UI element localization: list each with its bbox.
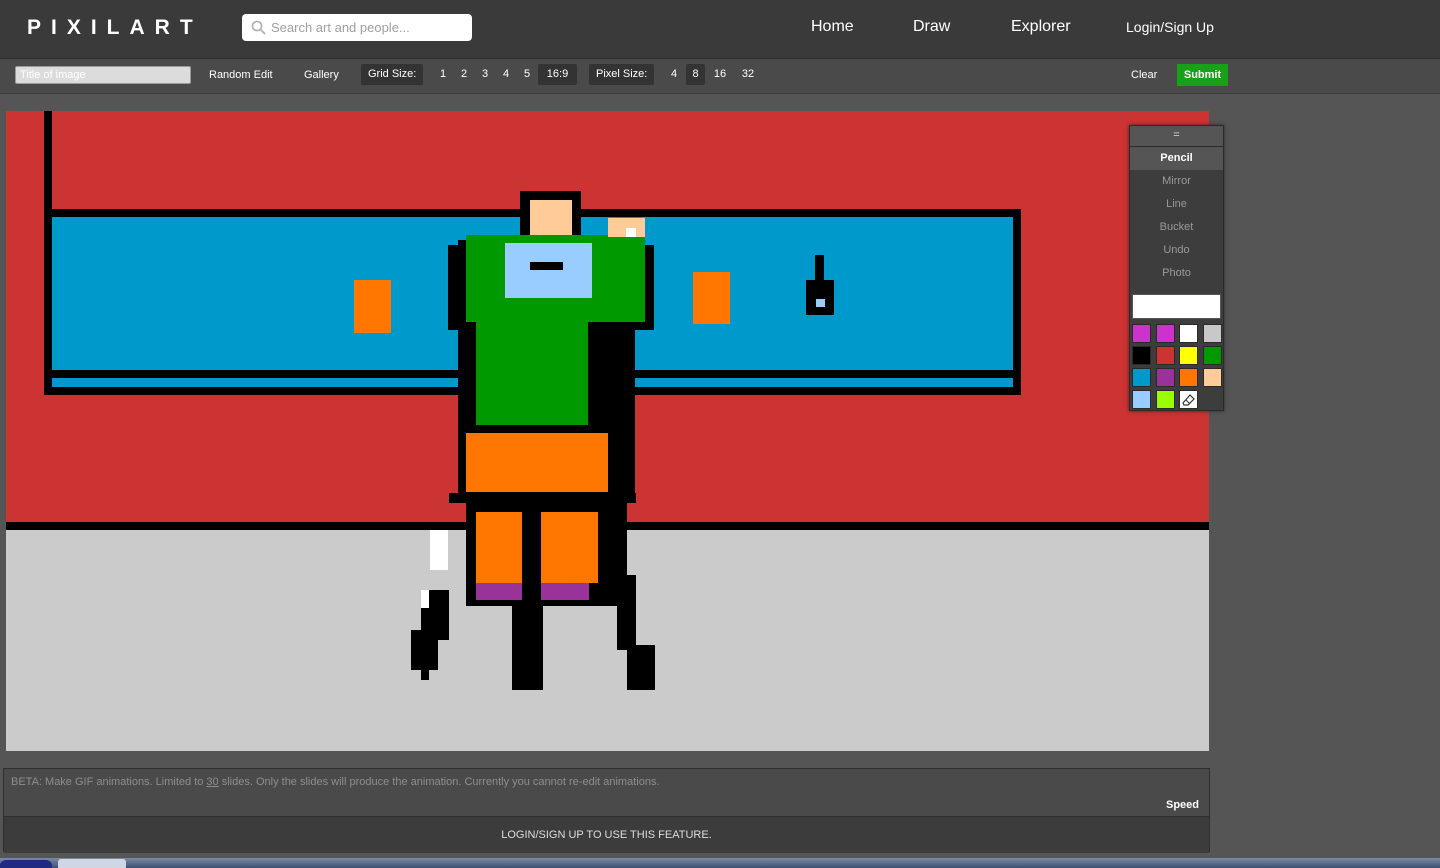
animation-footer: LOGIN/SIGN UP TO USE THIS FEATURE. [4, 816, 1209, 853]
beta-notice-suffix: slides. Only the slides will produce the… [218, 776, 660, 788]
os-taskbar-strip [0, 858, 1440, 868]
top-navigation-bar: PIXILART Home Draw Explorer Login/Sign U… [0, 0, 1440, 59]
beta-notice-prefix: BETA: Make GIF animations. Limited to [11, 776, 207, 788]
palette-swatch[interactable] [1179, 346, 1198, 365]
nav-home-link[interactable]: Home [811, 17, 854, 37]
pixel-figure-gap [816, 299, 825, 307]
tool-bucket[interactable]: Bucket [1130, 216, 1223, 239]
palette-swatch[interactable] [1155, 390, 1175, 409]
chair-highlight [430, 530, 448, 570]
palette-swatch[interactable] [1202, 324, 1222, 343]
editor-toolbar: Random Edit Gallery Grid Size: 1 2 3 4 5… [0, 59, 1440, 94]
palette-swatch[interactable] [1155, 346, 1175, 365]
palette-swatch[interactable] [1155, 324, 1175, 343]
palette-swatch[interactable] [1155, 368, 1175, 387]
tool-undo[interactable]: Undo [1130, 239, 1223, 262]
leg-left [476, 512, 522, 583]
grid-size-option-16-9[interactable]: 16:9 [538, 64, 577, 85]
pixel-size-option-4[interactable]: 4 [668, 64, 680, 85]
tool-line[interactable]: Line [1130, 193, 1223, 216]
image-title-input[interactable] [15, 66, 191, 84]
shoe-right [541, 583, 589, 600]
search-box[interactable] [242, 14, 472, 41]
shirt-arm-right [608, 235, 645, 322]
start-button[interactable] [0, 860, 52, 868]
chair-back-leg-left-foot [411, 630, 438, 670]
orange-box-right [693, 272, 730, 324]
grid-size-label: Grid Size: [361, 64, 424, 85]
chair-front-leg-left [512, 600, 543, 690]
search-icon [251, 20, 266, 35]
taskbar-app-button[interactable] [58, 859, 126, 868]
pixel-size-option-32[interactable]: 32 [737, 64, 759, 85]
leg-right [541, 512, 598, 583]
palette-swatch[interactable] [1132, 346, 1151, 365]
grid-size-option-2[interactable]: 2 [458, 64, 470, 85]
nav-explorer-link[interactable]: Explorer [1011, 17, 1071, 37]
login-to-use-feature-link[interactable]: LOGIN/SIGN UP TO USE THIS FEATURE. [4, 828, 1209, 842]
nav-login-link[interactable]: Login/Sign Up [1126, 17, 1214, 37]
search-input[interactable] [271, 17, 466, 38]
grid-size-option-3[interactable]: 3 [479, 64, 491, 85]
submit-button[interactable]: Submit [1177, 64, 1228, 86]
hand-highlight [626, 228, 636, 237]
drawing-canvas[interactable] [6, 111, 1209, 751]
panel-drag-handle[interactable]: = [1130, 126, 1223, 147]
gallery-link[interactable]: Gallery [304, 68, 339, 82]
pixel-size-label: Pixel Size: [589, 64, 655, 85]
palette-swatch[interactable] [1132, 368, 1151, 387]
tool-photo[interactable]: Photo [1130, 262, 1223, 285]
pixilart-logo[interactable]: PIXILART [27, 15, 203, 41]
palette-swatch[interactable] [1132, 390, 1151, 409]
chair-front-leg-right-foot [627, 645, 655, 690]
pixel-size-option-16[interactable]: 16 [709, 64, 731, 85]
shoe-left [476, 583, 522, 600]
pixel-size-option-8[interactable]: 8 [686, 64, 705, 85]
palette-swatch[interactable] [1132, 324, 1151, 343]
chair-back-leg-left-tip [421, 665, 429, 680]
palette-swatch[interactable] [1179, 368, 1198, 387]
beta-slide-limit: 30 [206, 776, 219, 788]
chair-highlight-2 [421, 590, 429, 608]
nav-draw-link[interactable]: Draw [913, 17, 950, 37]
animation-panel: BETA: Make GIF animations. Limited to 30… [3, 768, 1210, 853]
eraser-icon[interactable] [1179, 390, 1198, 409]
tool-panel: = Pencil Mirror Line Bucket Undo Photo [1129, 125, 1224, 411]
orange-box-left [354, 280, 391, 333]
grid-size-option-5[interactable]: 5 [521, 64, 533, 85]
skirt [466, 433, 608, 492]
random-edit-link[interactable]: Random Edit [209, 68, 273, 82]
neck-shadow [530, 262, 563, 270]
beta-notice: BETA: Make GIF animations. Limited to 30… [11, 775, 660, 789]
collar-left [505, 243, 592, 298]
grid-size-option-4[interactable]: 4 [500, 64, 512, 85]
current-color-swatch[interactable] [1132, 294, 1221, 319]
shirt-lower [476, 320, 588, 425]
palette-swatch[interactable] [1179, 324, 1198, 343]
speed-control[interactable]: Speed [1166, 799, 1199, 811]
palette-swatch[interactable] [1202, 368, 1222, 387]
clear-button[interactable]: Clear [1131, 68, 1157, 82]
tool-pencil[interactable]: Pencil [1130, 147, 1223, 170]
grid-size-option-1[interactable]: 1 [437, 64, 449, 85]
palette-swatch[interactable] [1202, 346, 1222, 365]
tool-mirror[interactable]: Mirror [1130, 170, 1223, 193]
pixel-figure-body [806, 280, 834, 315]
